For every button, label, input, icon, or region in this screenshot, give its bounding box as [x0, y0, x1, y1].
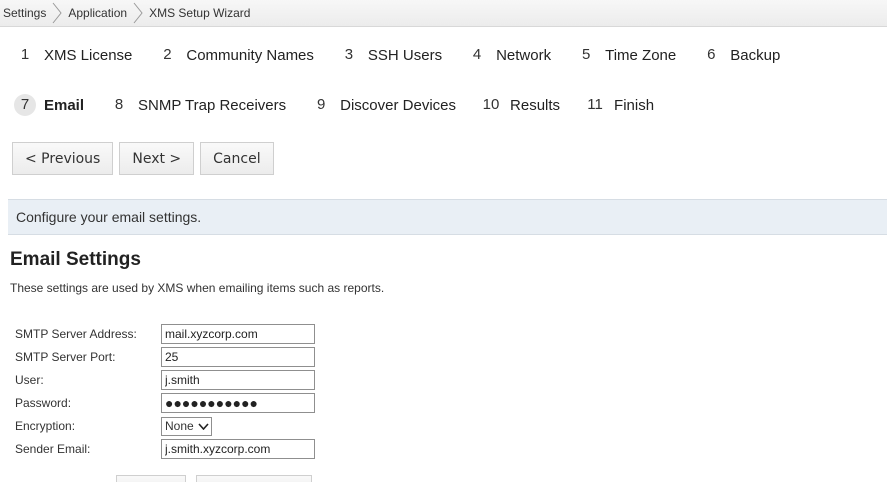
step-number: 5: [581, 46, 591, 63]
step-finish[interactable]: 11 Finish: [584, 94, 654, 116]
step-number: 7: [14, 94, 36, 116]
step-community-names[interactable]: 2 Community Names: [156, 44, 314, 66]
step-number: 1: [20, 46, 30, 63]
password-field[interactable]: ●●●●●●●●●●●: [161, 393, 315, 413]
form-action-button-2[interactable]: [196, 475, 312, 482]
user-label: User:: [15, 373, 44, 387]
step-number: 2: [163, 46, 172, 63]
form-row-smtp-address: SMTP Server Address:: [15, 323, 315, 345]
smtp-address-field[interactable]: [161, 324, 315, 344]
form-row-password: Password: ●●●●●●●●●●●: [15, 392, 315, 414]
info-banner: Configure your email settings.: [8, 199, 887, 235]
encryption-select[interactable]: None: [161, 416, 212, 436]
encryption-selected-value: None: [165, 419, 194, 433]
smtp-address-label: SMTP Server Address:: [15, 327, 137, 341]
form-action-buttons: [116, 475, 322, 482]
step-xms-license[interactable]: 1 XMS License: [14, 44, 133, 66]
step-number: 10: [482, 96, 500, 113]
step-email[interactable]: 7 Email: [14, 94, 84, 116]
breadcrumb-xms-setup-wizard[interactable]: XMS Setup Wizard: [145, 6, 254, 20]
step-label: Time Zone: [605, 46, 677, 64]
form-row-sender-email: Sender Email:: [15, 438, 315, 460]
breadcrumb: Settings Application XMS Setup Wizard: [0, 0, 887, 27]
form-row-user: User:: [15, 369, 315, 391]
step-label: Backup: [730, 46, 781, 64]
sender-email-field[interactable]: [161, 439, 315, 459]
step-number: 4: [472, 46, 482, 63]
step-number: 3: [344, 46, 354, 63]
step-number: 11: [587, 96, 603, 113]
step-snmp-trap-receivers[interactable]: 8 SNMP Trap Receivers: [108, 94, 286, 116]
step-number: 9: [316, 96, 326, 113]
step-label: SSH Users: [367, 46, 443, 64]
step-label: Email: [44, 96, 85, 114]
step-backup[interactable]: 6 Backup: [700, 44, 780, 66]
chevron-right-icon: [131, 2, 145, 24]
section-description: These settings are used by XMS when emai…: [10, 281, 385, 295]
step-discover-devices[interactable]: 9 Discover Devices: [310, 94, 456, 116]
step-label: Finish: [614, 96, 655, 114]
step-network[interactable]: 4 Network: [466, 44, 551, 66]
step-label: Community Names: [186, 46, 314, 64]
user-field[interactable]: [161, 370, 315, 390]
step-time-zone[interactable]: 5 Time Zone: [575, 44, 676, 66]
step-label: SNMP Trap Receivers: [138, 96, 287, 114]
sender-email-label: Sender Email:: [15, 442, 91, 456]
chevron-down-icon: [198, 422, 209, 430]
form-row-encryption: Encryption: None: [15, 415, 315, 437]
smtp-port-field[interactable]: [161, 347, 315, 367]
smtp-port-label: SMTP Server Port:: [15, 350, 116, 364]
email-settings-form: SMTP Server Address: SMTP Server Port: U…: [15, 323, 315, 461]
breadcrumb-settings[interactable]: Settings: [0, 6, 50, 20]
encryption-label: Encryption:: [15, 419, 76, 433]
step-label: Network: [496, 46, 552, 64]
wizard-nav-buttons: < Previous Next > Cancel: [12, 142, 280, 175]
cancel-button[interactable]: Cancel: [200, 142, 274, 175]
chevron-right-icon: [50, 2, 64, 24]
section-title: Email Settings: [10, 249, 141, 270]
step-number: 6: [707, 46, 716, 63]
wizard-steps-row-2: 7 Email 8 SNMP Trap Receivers 9 Discover…: [14, 94, 678, 116]
form-row-smtp-port: SMTP Server Port:: [15, 346, 315, 368]
breadcrumb-application[interactable]: Application: [64, 6, 131, 20]
wizard-page: Settings Application XMS Setup Wizard 1 …: [0, 0, 887, 482]
wizard-steps-row-1: 1 XMS License 2 Community Names 3 SSH Us…: [14, 44, 804, 66]
previous-button[interactable]: < Previous: [12, 142, 114, 175]
info-banner-text: Configure your email settings.: [16, 209, 202, 225]
next-button[interactable]: Next >: [119, 142, 195, 175]
step-label: Discover Devices: [340, 96, 457, 114]
step-ssh-users[interactable]: 3 SSH Users: [338, 44, 442, 66]
password-label: Password:: [15, 396, 72, 410]
step-label: XMS License: [44, 46, 133, 64]
step-label: Results: [510, 96, 561, 114]
step-results[interactable]: 10 Results: [480, 94, 560, 116]
step-number: 8: [114, 96, 124, 113]
form-action-button-1[interactable]: [116, 475, 186, 482]
